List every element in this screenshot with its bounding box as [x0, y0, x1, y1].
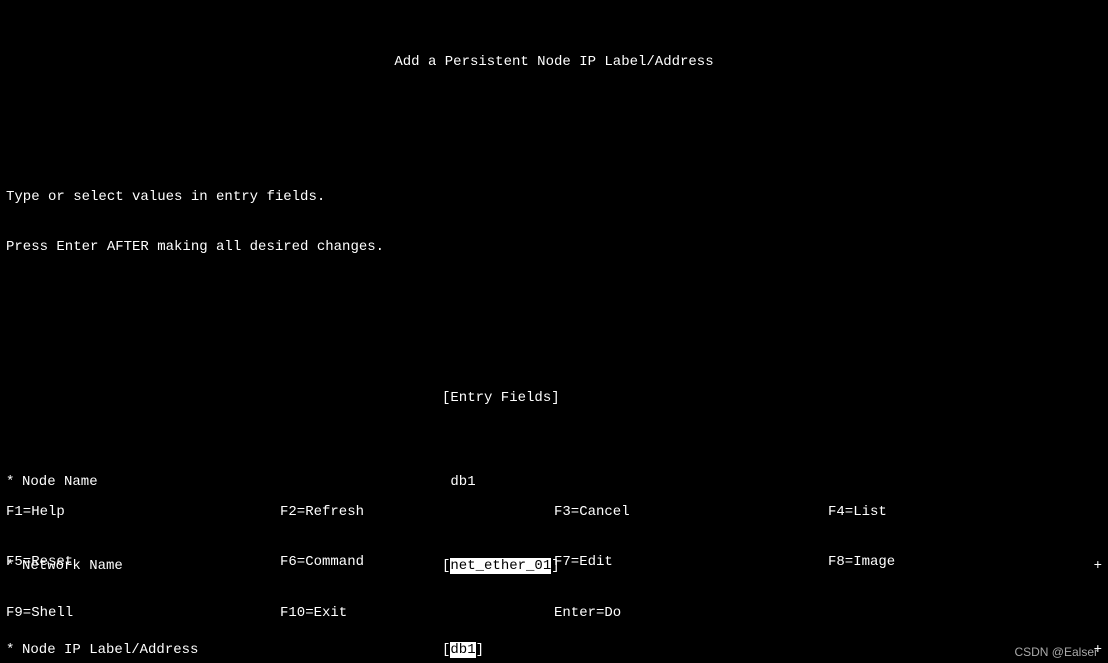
- blank-line: [6, 122, 1102, 139]
- fkey-f7-edit[interactable]: F7=Edit: [554, 554, 828, 571]
- fkey-f10-exit[interactable]: F10=Exit: [280, 605, 554, 622]
- hint-line-2: Press Enter AFTER making all desired cha…: [6, 239, 1102, 256]
- blank-line: [6, 306, 1102, 323]
- fkey-f3-cancel[interactable]: F3=Cancel: [554, 504, 828, 521]
- page-title: Add a Persistent Node IP Label/Address: [6, 54, 1102, 71]
- smit-screen: Add a Persistent Node IP Label/Address T…: [0, 0, 1108, 663]
- hint-line-1: Type or select values in entry fields.: [6, 189, 1102, 206]
- function-key-bar: F1=Help F2=Refresh F3=Cancel F4=List F5=…: [6, 470, 1102, 655]
- entry-fields-header-row: [Entry Fields]: [6, 390, 1102, 407]
- entry-fields-header: [Entry Fields]: [442, 390, 1082, 407]
- fkey-enter-do[interactable]: Enter=Do: [554, 605, 828, 622]
- fkey-f9-shell[interactable]: F9=Shell: [6, 605, 280, 622]
- watermark: CSDN @Ealser: [1014, 645, 1098, 659]
- fkey-f5-reset[interactable]: F5=Reset: [6, 554, 280, 571]
- fkey-empty: [828, 605, 1102, 622]
- fkey-f4-list[interactable]: F4=List: [828, 504, 1102, 521]
- fkey-f2-refresh[interactable]: F2=Refresh: [280, 504, 554, 521]
- fkey-f8-image[interactable]: F8=Image: [828, 554, 1102, 571]
- fkey-f1-help[interactable]: F1=Help: [6, 504, 280, 521]
- fkey-f6-command[interactable]: F6=Command: [280, 554, 554, 571]
